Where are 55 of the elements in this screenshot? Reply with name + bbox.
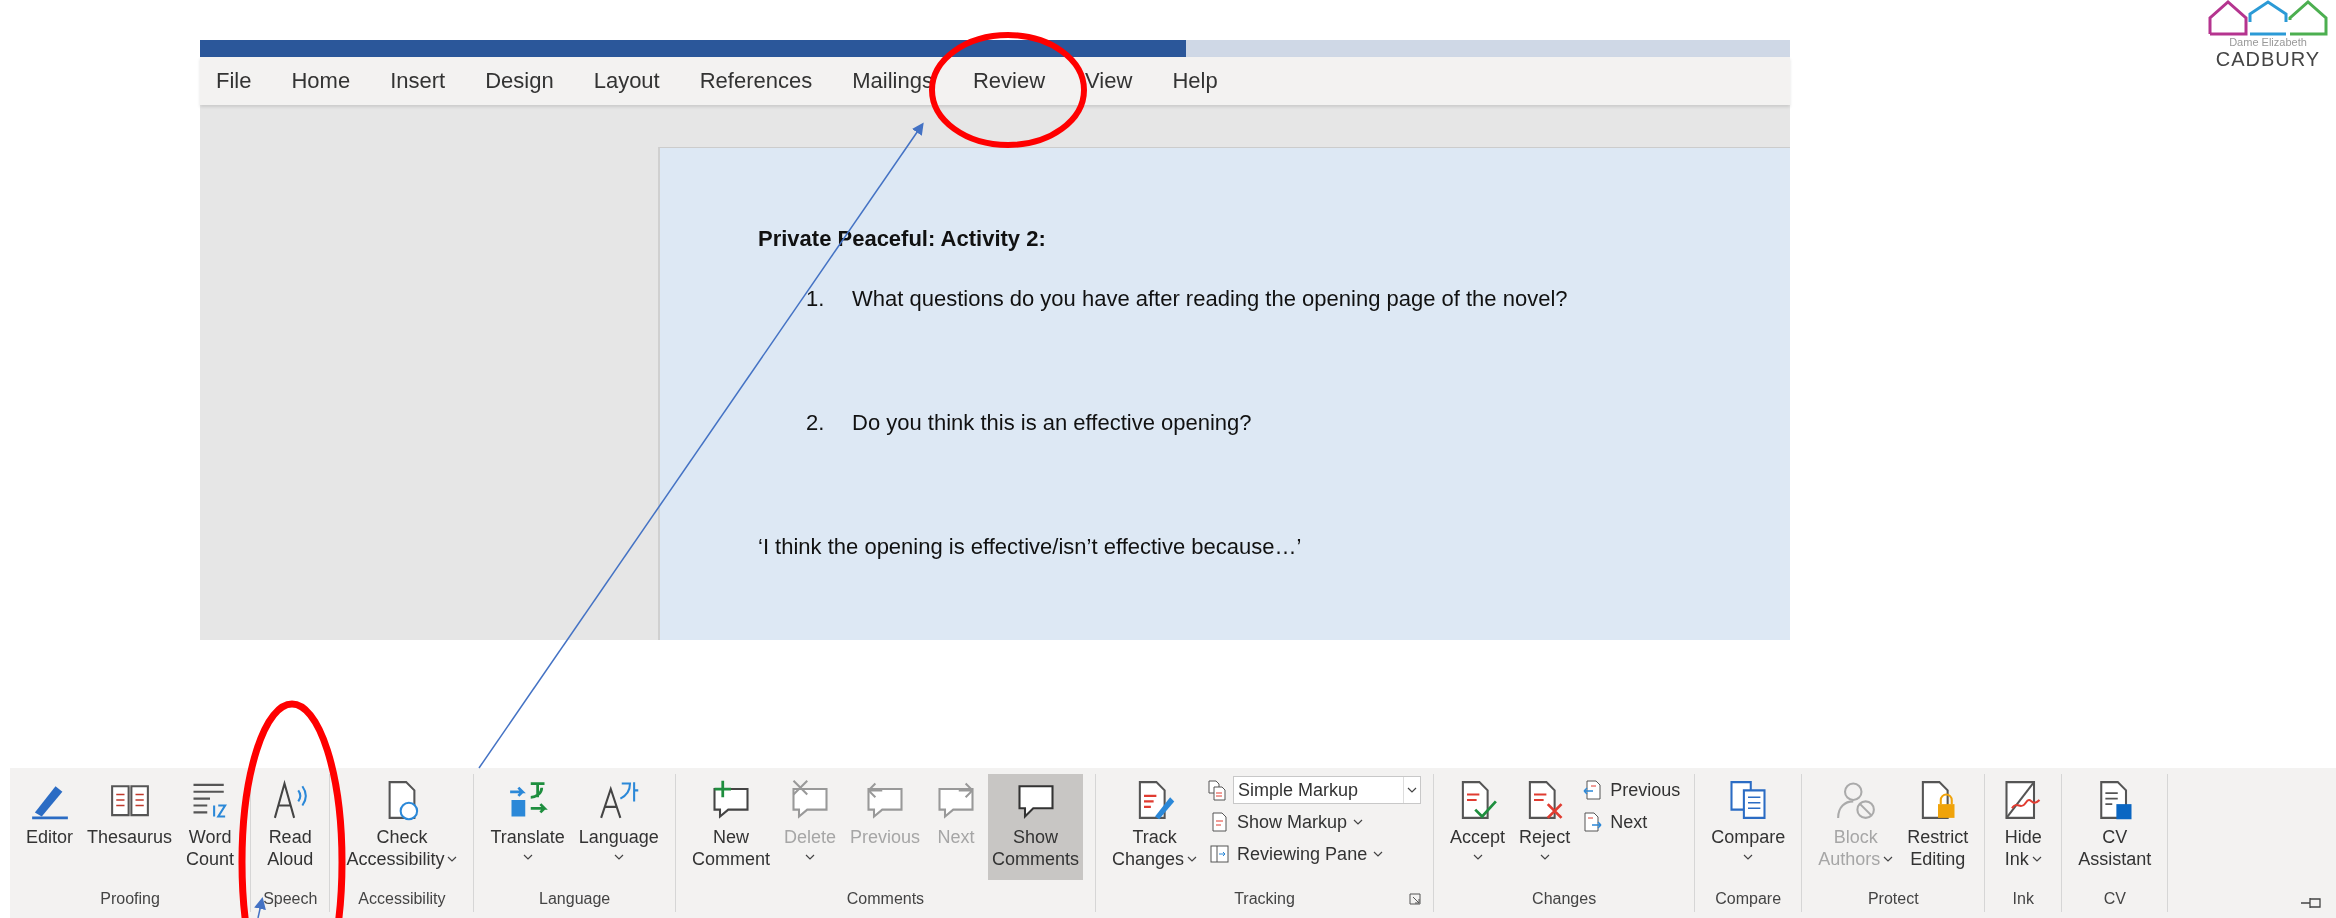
list-number: 1.: [806, 286, 826, 312]
logo-tagline: Dame Elizabeth: [2229, 36, 2307, 48]
menu-tab[interactable]: Help: [1172, 64, 1218, 98]
comment-button[interactable]: Show Comments: [988, 774, 1083, 880]
group-label: Language: [539, 890, 611, 908]
menu-tab[interactable]: References: [699, 64, 813, 98]
ribbon-button[interactable]: Previous: [1580, 776, 1683, 804]
group-label: Ink: [2012, 890, 2034, 908]
chevron-down-icon: [1407, 787, 1418, 793]
group-label: Compare: [1715, 890, 1782, 908]
group-label: Accessibility: [358, 890, 446, 908]
new-comment-button[interactable]: New Comment: [687, 774, 774, 880]
markup-dropdown[interactable]: Simple Markup: [1233, 776, 1422, 804]
pen-button[interactable]: Editor: [22, 774, 78, 880]
ink-pen-button[interactable]: Hide Ink: [1997, 774, 2050, 880]
question-text: What questions do you have after reading the opening page of the novel?: [852, 286, 1568, 312]
read-aloud-button[interactable]: Read Aloud: [263, 774, 318, 880]
logo-name: CADBURY: [2215, 48, 2321, 71]
menu-tab[interactable]: Insert: [390, 64, 446, 98]
menu-tab[interactable]: Design: [485, 64, 554, 98]
accessibility-check-button[interactable]: Check Accessibility: [342, 774, 462, 880]
group-label: Comments: [846, 890, 925, 908]
menu-tab[interactable]: Home: [291, 64, 351, 98]
group-label: Protect: [1867, 890, 1919, 908]
accept-button[interactable]: Accept: [1446, 774, 1510, 880]
group-label: Proofing: [100, 890, 160, 908]
language-button[interactable]: Language: [574, 774, 663, 880]
menu-tab[interactable]: Mailings: [852, 64, 933, 98]
pin-icon[interactable]: [2300, 896, 2324, 910]
ribbon-button[interactable]: Reviewing Pane: [1207, 840, 1422, 868]
reviewing-pane-icon: [1209, 843, 1232, 865]
sentence-starter: ‘I think the opening is effective/isn’t effective because…’: [758, 534, 1303, 560]
menu-tab[interactable]: Review: [972, 64, 1046, 98]
book-button[interactable]: Thesaurus: [83, 774, 177, 880]
word-count-button[interactable]: Word Count: [182, 774, 239, 880]
compare-button[interactable]: Compare: [1707, 774, 1790, 880]
group-label: Tracking: [1234, 890, 1295, 908]
group-label: CV: [2103, 890, 2126, 908]
question-text: Do you think this is an effective opening?: [852, 410, 1252, 436]
ribbon-button[interactable]: Next: [1580, 808, 1683, 836]
pointer-arrow: [254, 897, 266, 918]
group-label: Changes: [1532, 890, 1597, 908]
menu-tab[interactable]: View: [1085, 64, 1133, 98]
dialog-launcher-icon[interactable]: [1409, 893, 1422, 905]
group-label: Speech: [263, 890, 318, 908]
locked-document-button[interactable]: Restrict Editing: [1903, 774, 1973, 880]
menu-tab[interactable]: Layout: [593, 64, 660, 98]
list-number: 2.: [806, 410, 826, 436]
ribbon-button[interactable]: Show Markup: [1207, 808, 1422, 836]
translate-button[interactable]: Translate: [486, 774, 569, 880]
track-changes-button[interactable]: Track Changes: [1108, 774, 1202, 880]
houses-logo-icon: [2208, 0, 2328, 36]
menu-tab[interactable]: File: [216, 64, 252, 98]
reject-button[interactable]: Reject: [1515, 774, 1575, 880]
cv-document-button[interactable]: CV Assistant: [2074, 774, 2156, 880]
